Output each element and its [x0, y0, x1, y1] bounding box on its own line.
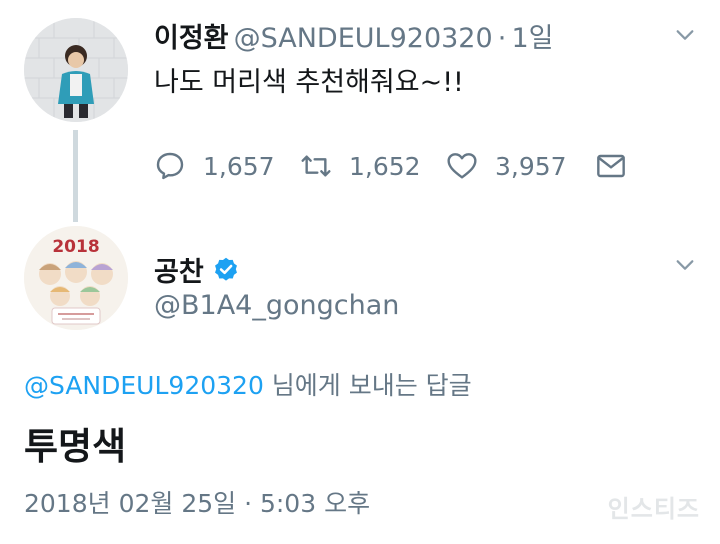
retweet-count: 1,652 [349, 151, 421, 181]
like-button[interactable]: 3,957 [446, 150, 567, 182]
tweet2-author-name[interactable]: 공찬 [154, 257, 204, 288]
verified-badge-icon [214, 257, 237, 281]
tweet2-author-handle[interactable]: @B1A4_gongchan [154, 290, 399, 321]
tweet1-text: 나도 머리색 추천해줘요~!! [154, 67, 464, 98]
avatar-gongchan[interactable]: 2018 [24, 226, 128, 330]
tweet1-separator: · [497, 23, 507, 54]
like-count: 3,957 [495, 151, 567, 181]
watermark: 인스티즈 [607, 495, 700, 523]
thread-connector-line [73, 130, 78, 222]
tweet1-author-handle[interactable]: @SANDEUL920320 [234, 23, 493, 54]
avatar-year-label: 2018 [52, 237, 99, 257]
reply-count: 1,657 [203, 151, 275, 181]
tweet1-author-name[interactable]: 이정환 [154, 23, 229, 54]
replying-to-line: @SANDEUL920320 님에게 보내는 답글 [24, 366, 472, 402]
chevron-down-icon [676, 30, 694, 40]
envelope-icon [597, 154, 625, 178]
tweet2-timestamp[interactable]: 2018년 02월 25일 · 5:03 오후 [24, 484, 370, 520]
direct-message-button[interactable] [595, 150, 627, 182]
heart-icon [447, 153, 477, 179]
tweet2-author: 공찬 [154, 250, 240, 289]
reply-to-suffix: 님에게 보내는 답글 [263, 371, 472, 400]
avatar-sandeul[interactable] [24, 18, 128, 122]
retweet-icon [301, 155, 331, 177]
tweet1-time: 1일 [511, 23, 554, 54]
reply-icon [156, 152, 184, 180]
tweet1-more-button[interactable] [674, 24, 696, 50]
tweet2-more-button[interactable] [674, 254, 696, 280]
reply-to-mention-link[interactable]: @SANDEUL920320 [24, 371, 264, 400]
reply-button[interactable]: 1,657 [154, 150, 275, 182]
tweet1-header: 이정환 @SANDEUL920320 · 1일 [154, 16, 553, 55]
retweet-button[interactable]: 1,652 [300, 150, 421, 182]
tweet2-text: 투명색 [24, 425, 127, 468]
chevron-down-icon [676, 260, 694, 270]
